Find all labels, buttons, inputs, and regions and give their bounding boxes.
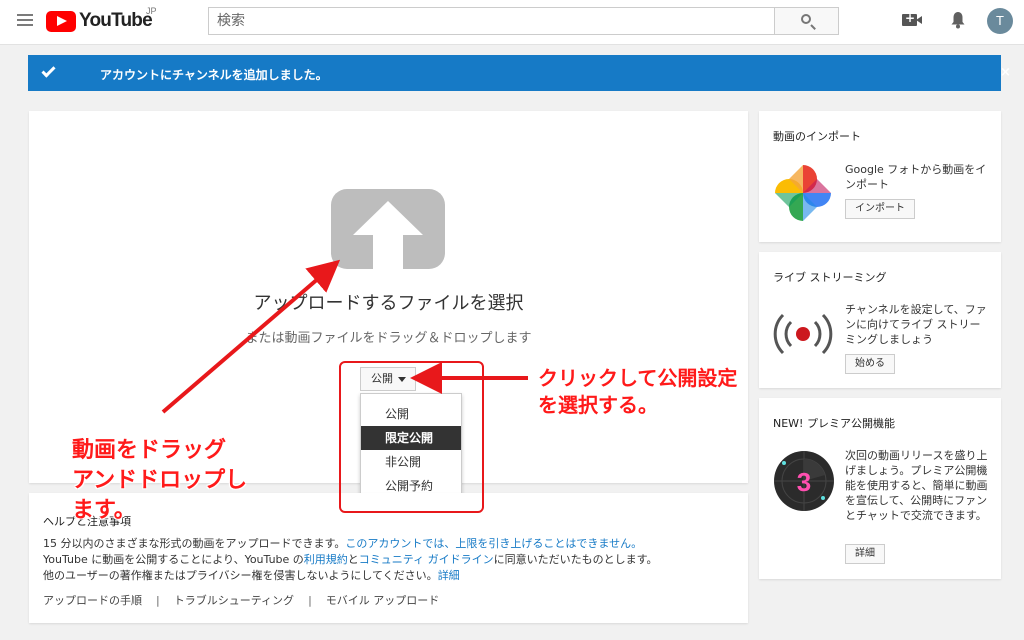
arrow-to-upload-icon: [161, 259, 341, 414]
annotation-right-line-2: を選択する。: [538, 393, 658, 417]
annotation-left-line-1: 動画をドラッグ: [72, 438, 227, 463]
annotation-left-line-3: ます。: [72, 498, 136, 523]
annotation-right-line-1: クリックして公開設定: [538, 366, 738, 390]
annotation-left-line-2: アンドドロップし: [72, 468, 248, 493]
annotation-drag-drop: 動画をドラッグ アンドドロップし ます。: [72, 436, 247, 526]
annotation-click-privacy: クリックして公開設定 を選択する。: [538, 365, 737, 419]
annotation-arrows: [161, 259, 528, 414]
